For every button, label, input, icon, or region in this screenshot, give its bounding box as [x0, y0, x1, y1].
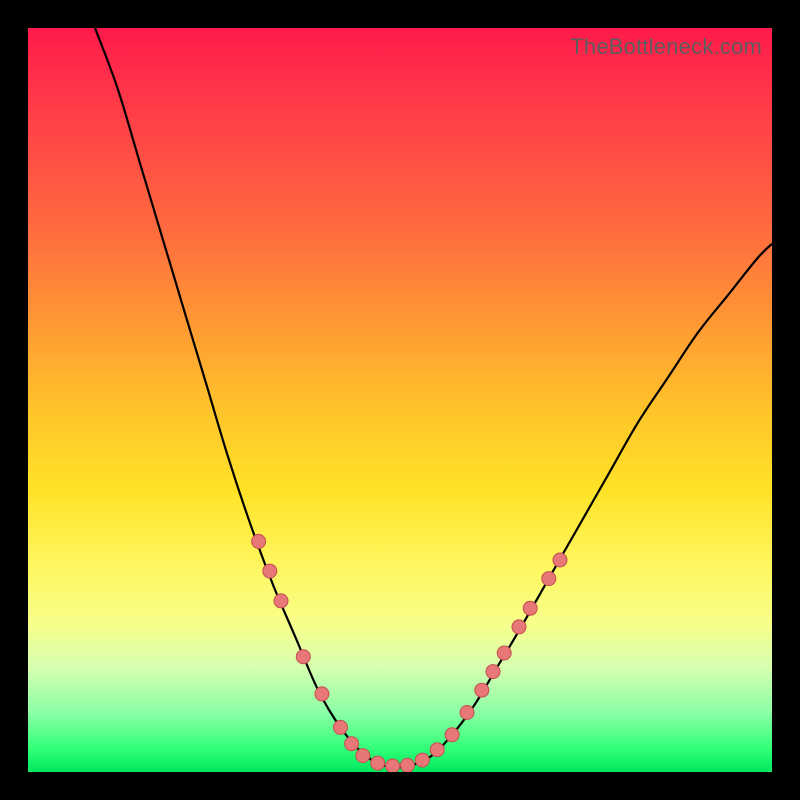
data-point — [445, 728, 459, 742]
data-point — [475, 683, 489, 697]
data-point — [334, 720, 348, 734]
data-point — [523, 601, 537, 615]
data-point — [497, 646, 511, 660]
data-point — [460, 706, 474, 720]
chart-container: TheBottleneck.com — [0, 0, 800, 800]
data-point — [274, 594, 288, 608]
data-point — [315, 687, 329, 701]
data-point — [512, 620, 526, 634]
data-point — [371, 756, 385, 770]
data-point — [415, 753, 429, 767]
data-point — [553, 553, 567, 567]
data-point — [386, 759, 400, 772]
data-point — [263, 564, 277, 578]
data-point — [252, 534, 266, 548]
data-point — [345, 737, 359, 751]
plot-area: TheBottleneck.com — [28, 28, 772, 772]
data-point — [356, 749, 370, 763]
data-point — [430, 743, 444, 757]
data-point — [296, 650, 310, 664]
data-points-layer — [28, 28, 772, 772]
data-point — [486, 665, 500, 679]
data-point — [542, 572, 556, 586]
data-point — [400, 758, 414, 772]
